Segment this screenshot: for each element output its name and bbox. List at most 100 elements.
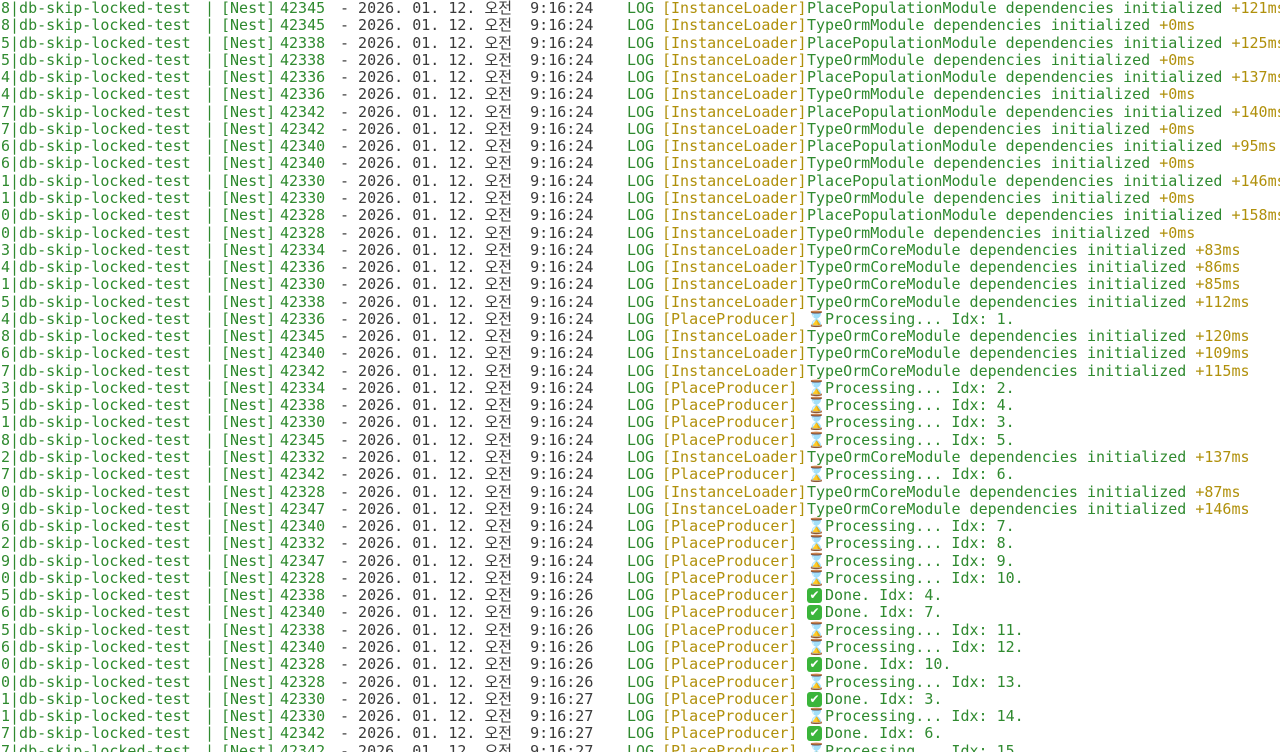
log-message: TypeOrmModule dependencies initialized +… xyxy=(807,224,1195,242)
log-message-text: Processing... Idx: 13. xyxy=(825,672,1024,691)
log-message: ⌛Processing... Idx: 10. xyxy=(807,569,1024,587)
log-separator: | xyxy=(205,534,215,553)
log-pid: 42338 xyxy=(280,292,326,311)
log-pid: 42334 xyxy=(280,240,326,259)
log-pid: 42345 xyxy=(280,430,326,449)
log-pid: 42340 xyxy=(280,637,326,656)
log-message-text: Processing... Idx: 4. xyxy=(825,396,1015,415)
log-level: LOG xyxy=(627,171,655,190)
log-separator: | xyxy=(205,206,215,225)
log-level: LOG xyxy=(627,465,655,484)
log-level: LOG xyxy=(627,534,655,553)
log-separator: | xyxy=(205,154,215,173)
log-service-name: 5|db-skip-locked-test xyxy=(1,396,191,415)
log-message: TypeOrmModule dependencies initialized +… xyxy=(807,51,1195,69)
log-message: TypeOrmCoreModule dependencies initializ… xyxy=(807,276,1240,293)
log-pid: 42330 xyxy=(280,188,326,207)
log-message-text: TypeOrmCoreModule dependencies initializ… xyxy=(807,275,1187,294)
log-context: [InstanceLoader] xyxy=(662,275,807,294)
hourglass-icon: ⌛ xyxy=(807,637,826,656)
log-message: PlacePopulationModule dependencies initi… xyxy=(807,0,1280,17)
log-message: ⌛Processing... Idx: 2. xyxy=(807,378,1015,397)
log-message-text: TypeOrmModule dependencies initialized xyxy=(807,188,1151,207)
log-context: [InstanceLoader] xyxy=(662,16,807,35)
log-service-name: 0|db-skip-locked-test xyxy=(1,655,191,674)
log-level: LOG xyxy=(627,102,655,121)
log-separator: | xyxy=(205,586,215,605)
log-separator: | xyxy=(205,707,215,726)
log-pid: 42336 xyxy=(280,85,326,104)
log-timestamp: - 2026. 01. 12. 오전 9:16:24 xyxy=(340,16,594,35)
log-context: [InstanceLoader] xyxy=(662,361,807,380)
log-timestamp: - 2026. 01. 12. 오전 9:16:24 xyxy=(340,154,594,173)
log-timestamp: - 2026. 01. 12. 오전 9:16:24 xyxy=(340,292,594,311)
log-message-text: Done. Idx: 10. xyxy=(825,655,952,674)
log-message-text: PlacePopulationModule dependencies initi… xyxy=(807,206,1223,225)
log-context: [InstanceLoader] xyxy=(662,482,807,501)
log-context: [PlaceProducer] xyxy=(662,465,798,484)
log-message-text: PlacePopulationModule dependencies initi… xyxy=(807,137,1223,156)
log-pid: 42345 xyxy=(280,0,326,17)
log-timestamp: - 2026. 01. 12. 오전 9:16:24 xyxy=(340,568,594,587)
log-level: LOG xyxy=(627,396,655,415)
log-level: LOG xyxy=(627,327,655,346)
log-context: [PlaceProducer] xyxy=(662,707,798,726)
log-elapsed-time: +137ms xyxy=(1195,448,1250,467)
log-pid: 42342 xyxy=(280,102,326,121)
log-service-name: 0|db-skip-locked-test xyxy=(1,568,191,587)
log-timestamp: - 2026. 01. 12. 오전 9:16:24 xyxy=(340,119,594,138)
log-pid: 42342 xyxy=(280,741,326,752)
log-framework-tag: [Nest] xyxy=(221,724,276,743)
log-line: 0|db-skip-locked-test | [Nest] 42328 - 2026.… xyxy=(0,656,1280,673)
log-level: LOG xyxy=(627,448,655,467)
log-message: ✔ Done. Idx: 7. xyxy=(807,604,942,621)
check-icon: ✔ xyxy=(807,691,822,707)
log-message: ⌛Processing... Idx: 6. xyxy=(807,466,1015,483)
log-service-name: 3|db-skip-locked-test xyxy=(1,378,191,397)
log-level: LOG xyxy=(627,741,655,752)
hourglass-icon: ⌛ xyxy=(807,465,826,484)
log-message-text: TypeOrmModule dependencies initialized xyxy=(807,85,1151,104)
log-elapsed-time: +0ms xyxy=(1159,16,1196,35)
hourglass-icon: ⌛ xyxy=(807,309,826,328)
log-line: 7|db-skip-locked-test | [Nest] 42342 - 2026.… xyxy=(0,102,1280,121)
log-pid: 42340 xyxy=(280,137,326,156)
log-timestamp: - 2026. 01. 12. 오전 9:16:24 xyxy=(340,188,594,207)
log-service-name: 7|db-skip-locked-test xyxy=(1,741,191,752)
log-message: TypeOrmModule dependencies initialized +… xyxy=(807,17,1195,34)
log-elapsed-time: +0ms xyxy=(1159,119,1196,138)
log-timestamp: - 2026. 01. 12. 오전 9:16:26 xyxy=(340,620,594,639)
log-line: 8|db-skip-locked-test | [Nest] 42345 - 2026.… xyxy=(0,430,1280,449)
log-service-name: 0|db-skip-locked-test xyxy=(1,672,191,691)
log-pid: 42336 xyxy=(280,68,326,87)
log-message-text: Processing... Idx: 5. xyxy=(825,430,1015,449)
log-context: [PlaceProducer] xyxy=(662,309,798,328)
log-line: 3|db-skip-locked-test | [Nest] 42334 - 2026.… xyxy=(0,240,1280,259)
log-message-text: Processing... Idx: 11. xyxy=(825,620,1024,639)
log-context: [InstanceLoader] xyxy=(662,85,807,104)
log-timestamp: - 2026. 01. 12. 오전 9:16:26 xyxy=(340,603,594,622)
log-level: LOG xyxy=(627,275,655,294)
log-message-text: Processing... Idx: 15. xyxy=(825,741,1024,752)
log-message-text: Processing... Idx: 14. xyxy=(825,707,1024,726)
log-pid: 42328 xyxy=(280,223,326,242)
log-timestamp: - 2026. 01. 12. 오전 9:16:24 xyxy=(340,327,594,346)
log-message: ⌛Processing... Idx: 5. xyxy=(807,430,1015,449)
log-separator: | xyxy=(205,309,215,328)
log-separator: | xyxy=(205,223,215,242)
log-message-text: Processing... Idx: 6. xyxy=(825,465,1015,484)
log-elapsed-time: +85ms xyxy=(1195,275,1241,294)
log-pid: 42330 xyxy=(280,689,326,708)
log-separator: | xyxy=(205,499,215,518)
log-framework-tag: [Nest] xyxy=(221,672,276,691)
log-service-name: 6|db-skip-locked-test xyxy=(1,137,191,156)
log-level: LOG xyxy=(627,517,655,536)
log-pid: 42328 xyxy=(280,482,326,501)
log-line: 1|db-skip-locked-test | [Nest] 42330 - 2026.… xyxy=(0,188,1280,207)
log-framework-tag: [Nest] xyxy=(221,16,276,35)
log-service-name: 2|db-skip-locked-test xyxy=(1,534,191,553)
hourglass-icon: ⌛ xyxy=(807,378,826,397)
log-timestamp: - 2026. 01. 12. 오전 9:16:26 xyxy=(340,586,594,605)
log-message: ⌛Processing... Idx: 11. xyxy=(807,620,1024,639)
hourglass-icon: ⌛ xyxy=(807,396,826,415)
